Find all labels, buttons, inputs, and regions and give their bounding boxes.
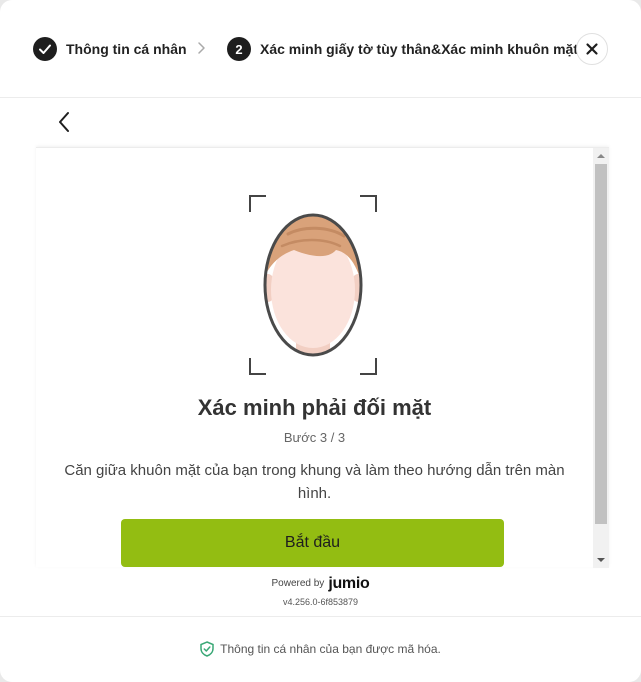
chevron-right-icon xyxy=(198,42,205,54)
chevron-left-icon xyxy=(59,112,69,132)
back-button[interactable] xyxy=(52,110,76,134)
face-frame-illustration xyxy=(249,195,377,375)
step-counter: Bước 3 / 3 xyxy=(283,430,346,445)
powered-by: Powered by jumio xyxy=(0,575,641,593)
shield-check-icon xyxy=(200,641,214,657)
scrollbar[interactable] xyxy=(593,148,609,568)
powered-by-label: Powered by xyxy=(271,578,325,589)
close-icon xyxy=(586,43,598,55)
scroll-thumb[interactable] xyxy=(595,164,607,524)
jumio-logo: jumio xyxy=(328,575,370,592)
instruction-text: Căn giữa khuôn mặt của bạn trong khung v… xyxy=(64,462,565,502)
close-button[interactable] xyxy=(576,33,608,65)
footer: Thông tin cá nhân của bạn được mã hóa. xyxy=(0,616,641,682)
step-2-label: Xác minh giấy tờ tùy thân&Xác minh khuôn… xyxy=(260,41,579,57)
scroll-up-arrow-icon[interactable] xyxy=(593,148,609,164)
version-label: v4.256.0-6f853879 xyxy=(282,597,359,607)
start-button[interactable]: Bắt đầu xyxy=(121,519,504,567)
step-completed-check-icon xyxy=(33,37,57,61)
secure-note-text: Thông tin cá nhân của bạn được mã hóa. xyxy=(220,642,441,656)
page-title: Xác minh phải đối mặt xyxy=(197,395,432,420)
stepper: Thông tin cá nhân 2 Xác minh giấy tờ tùy… xyxy=(0,0,641,98)
verification-modal: Thông tin cá nhân 2 Xác minh giấy tờ tùy… xyxy=(0,0,641,682)
scroll-down-arrow-icon[interactable] xyxy=(593,552,609,568)
step-1-label: Thông tin cá nhân xyxy=(66,41,187,57)
secure-note: Thông tin cá nhân của bạn được mã hóa. xyxy=(0,641,641,657)
step-2-number: 2 xyxy=(227,37,251,61)
